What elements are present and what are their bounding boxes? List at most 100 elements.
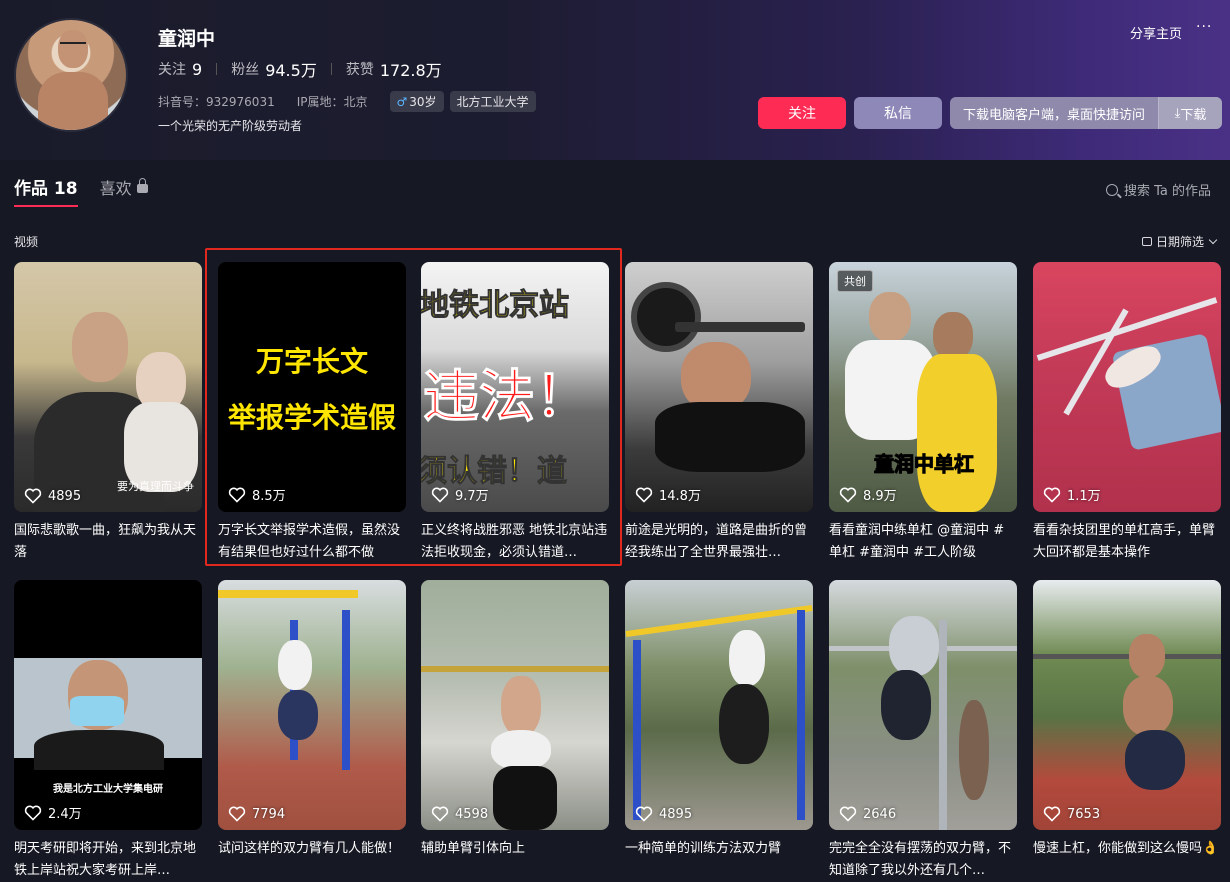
video-card[interactable]: 共创 童润中单杠 8.9万 看看童润中练单杠 @童润中 #单杠 #童润中 #工人… [829,262,1017,564]
profile-header: 童润中 关注 9 粉丝 94.5万 获赞 172.8万 抖音号：93297603… [0,0,1230,160]
video-card[interactable]: 4895 一种简单的训练方法双力臂 [625,580,813,882]
heart-icon [24,805,42,821]
video-thumbnail[interactable]: 2646 [829,580,1017,830]
douyin-id: 抖音号：932976031 [158,95,275,109]
like-count: 14.8万 [635,485,701,504]
like-count: 4598 [431,806,488,822]
like-count: 7794 [228,806,285,822]
video-thumbnail[interactable]: 我是北方工业大学集电研 2.4万 [14,580,202,830]
video-title[interactable]: 一种简单的训练方法双力臂 [625,838,813,882]
video-title[interactable]: 慢速上杠，你能做到这么慢吗👌 [1033,838,1221,882]
video-title[interactable]: 辅助单臂引体向上 [421,838,609,882]
video-card[interactable]: 我是北方工业大学集电研 2.4万 明天考研即将开始，来到北京地铁上岸站祝大家考研… [14,580,202,882]
video-thumbnail[interactable]: 4598 [421,580,609,830]
heart-icon [431,806,449,822]
calendar-icon [1142,237,1152,246]
more-options-icon[interactable]: ··· [1196,19,1212,35]
video-card[interactable]: 7794 试问这样的双力臂有几人能做！ [218,580,406,882]
download-client-banner: 下载电脑客户端，桌面快捷访问 ⤓ 下载 [950,97,1222,129]
profile-bio: 一个光荣的无产阶级劳动者 [158,119,303,133]
heart-icon [1043,487,1061,503]
video-card[interactable]: 4598 辅助单臂引体向上 [421,580,609,882]
video-title[interactable]: 看看童润中练单杠 @童润中 #单杠 #童润中 #工人阶级 [829,520,1017,564]
heart-icon [839,806,857,822]
fans-label[interactable]: 粉丝 [231,59,259,79]
thumbnail-text: 违法！ [423,365,592,431]
video-title[interactable]: 明天考研即将开始，来到北京地铁上岸站祝大家考研上岸… [14,838,202,882]
like-count: 1.1万 [1043,485,1101,504]
video-thumbnail[interactable]: 14.8万 [625,262,813,512]
video-title[interactable]: 看看杂技团里的单杠高手，单臂大回环都是基本操作 [1033,520,1221,564]
search-works[interactable]: 搜索 Ta 的作品 [1106,180,1211,199]
fans-count[interactable]: 94.5万 [265,57,317,81]
heart-icon [839,487,857,503]
thumbnail-text: 童润中单杠 [874,452,975,477]
likes-label: 获赞 [345,62,374,78]
male-icon: ♂ [396,95,408,109]
ip-location: IP属地：北京 [296,95,368,109]
heart-icon [24,488,42,504]
message-button[interactable]: 私信 [854,97,942,129]
video-thumbnail[interactable]: 万字长文 举报学术造假 8.5万 [218,262,406,512]
like-count: 8.9万 [839,485,897,504]
thumbnail-text: 举报学术造假 [227,401,396,434]
date-filter[interactable]: 日期筛选 [1142,233,1218,250]
video-card[interactable]: 7653 慢速上杠，你能做到这么慢吗👌 [1033,580,1221,882]
search-icon [1106,183,1118,196]
video-card[interactable]: 2646 完完全全没有摆荡的双力臂，不知道除了我以外还有几个… [829,580,1017,882]
video-thumbnail[interactable]: 7653 [1033,580,1221,830]
video-title[interactable]: 完完全全没有摆荡的双力臂，不知道除了我以外还有几个… [829,838,1017,882]
video-card[interactable]: 万字长文 举报学术造假 8.5万 万字长文举报学术造假，虽然没有结果但也好过什么… [218,262,406,564]
thumbnail-text: 须认错！道 [421,454,568,490]
thumbnail-text: 万字长文 [255,345,368,378]
download-client-text: 下载电脑客户端，桌面快捷访问 [962,107,1145,123]
video-title[interactable]: 国际悲歌歌一曲，狂飙为我从天落 [14,520,202,564]
like-count: 9.7万 [431,485,489,504]
video-thumbnail[interactable]: 1.1万 [1033,262,1221,512]
profile-name: 童润中 [158,28,216,50]
video-card[interactable]: 1.1万 看看杂技团里的单杠高手，单臂大回环都是基本操作 [1033,262,1221,564]
age-tag: ♂ 30岁 [389,91,444,112]
video-title[interactable]: 正义终将战胜邪恶 地铁北京站违法拒收现金，必须认错道… [421,520,609,564]
video-thumbnail[interactable]: 7794 [218,580,406,830]
search-label: 搜索 Ta 的作品 [1124,184,1212,199]
like-count: 7653 [1043,806,1100,822]
heart-icon [228,487,246,503]
video-thumbnail[interactable]: 共创 童润中单杠 8.9万 [829,262,1017,512]
following-count[interactable]: 9 [192,60,202,79]
follow-button[interactable]: 关注 [758,97,846,129]
like-count: 2.4万 [24,803,82,822]
profile-tabs: 作品 18 喜欢 [14,174,148,207]
video-thumbnail[interactable]: 4895 [625,580,813,830]
heart-icon [635,487,653,503]
co-creation-badge: 共创 [837,270,873,292]
heart-icon [1043,806,1061,822]
video-title[interactable]: 前途是光明的，道路是曲折的曾经我练出了全世界最强壮… [625,520,813,564]
profile-meta: 抖音号：932976031 IP属地：北京 ♂ 30岁 北方工业大学 [158,91,542,112]
video-title[interactable]: 试问这样的双力臂有几人能做！ [218,838,406,882]
tab-likes[interactable]: 喜欢 [100,175,148,207]
video-card[interactable]: 地铁北京站 违法！ 须认错！道 9.7万 正义终将战胜邪恶 地铁北京站违法拒收现… [421,262,609,564]
likes-count: 172.8万 [379,61,442,80]
like-count: 2646 [839,806,896,822]
video-card[interactable]: 14.8万 前途是光明的，道路是曲折的曾经我练出了全世界最强壮… [625,262,813,564]
heart-icon [635,806,653,822]
video-thumbnail[interactable]: 地铁北京站 违法！ 须认错！道 9.7万 [421,262,609,512]
download-button[interactable]: ⤓ 下载 [1158,97,1222,129]
video-thumbnail[interactable]: 要为真理而斗争 4895 [14,262,202,512]
tab-works[interactable]: 作品 18 [14,174,78,207]
avatar[interactable] [14,18,128,132]
chevron-down-icon [1208,235,1218,244]
share-profile-link[interactable]: 分享主页 [1130,23,1182,42]
like-count: 8.5万 [228,485,286,504]
video-caption: 我是北方工业大学集电研 [53,784,163,795]
video-title[interactable]: 万字长文举报学术造假，虽然没有结果但也好过什么都不做 [218,520,406,564]
like-count: 4895 [24,488,81,504]
following-label[interactable]: 关注 [158,59,186,79]
heart-icon [228,806,246,822]
lock-icon [136,177,148,193]
school-tag[interactable]: 北方工业大学 [449,91,536,112]
profile-stats: 关注 9 粉丝 94.5万 获赞 172.8万 [158,57,442,81]
video-caption: 要为真理而斗争 [117,480,194,493]
video-card[interactable]: 要为真理而斗争 4895 国际悲歌歌一曲，狂飙为我从天落 [14,262,202,564]
